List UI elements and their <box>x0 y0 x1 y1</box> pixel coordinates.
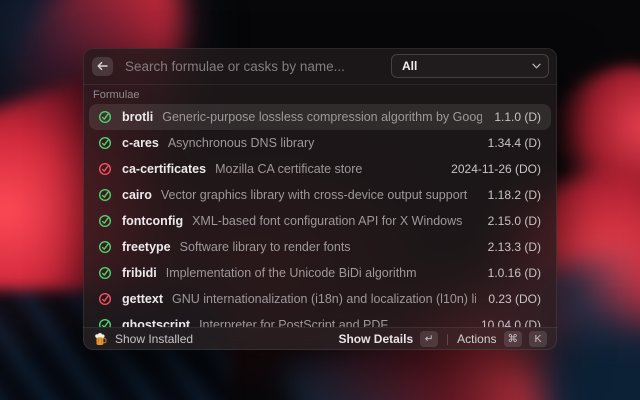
actions-menu-action[interactable]: Actions ⌘ K <box>457 331 547 347</box>
beer-mug-icon <box>93 332 107 346</box>
list-item-freetype[interactable]: freetype Software library to render font… <box>89 234 551 260</box>
check-circle-icon <box>98 162 112 176</box>
return-key-badge: ↵ <box>420 331 438 347</box>
formula-name: fribidi <box>122 266 157 280</box>
check-circle-icon <box>98 266 112 280</box>
show-installed-label: Show Installed <box>115 332 193 346</box>
search-input[interactable] <box>125 59 391 74</box>
list-item-c-ares[interactable]: c-ares Asynchronous DNS library 1.34.4 (… <box>89 130 551 156</box>
formula-description: GNU internationalization (i18n) and loca… <box>172 292 476 306</box>
formula-version: 10.04.0 (D) <box>481 318 541 327</box>
formula-name: fontconfig <box>122 214 183 228</box>
search-window: All Formulae brotli Generic-purpose loss… <box>83 48 557 350</box>
formula-description: XML-based font configuration API for X W… <box>192 214 476 228</box>
arrow-left-icon <box>97 61 108 71</box>
formula-version: 2.13.3 (D) <box>488 240 541 254</box>
formula-version: 2024-11-26 (DO) <box>451 162 541 176</box>
list-item-fribidi[interactable]: fribidi Implementation of the Unicode Bi… <box>89 260 551 286</box>
check-circle-icon <box>98 136 112 150</box>
formula-name: freetype <box>122 240 171 254</box>
list-item-fontconfig[interactable]: fontconfig XML-based font configuration … <box>89 208 551 234</box>
formula-description: Implementation of the Unicode BiDi algor… <box>166 266 476 280</box>
formula-description: Interpreter for PostScript and PDF <box>199 318 469 327</box>
list-item-ghostscript[interactable]: ghostscript Interpreter for PostScript a… <box>89 312 551 327</box>
formula-version: 1.34.4 (D) <box>488 136 541 150</box>
search-header: All <box>83 48 557 84</box>
action-bar: Show Installed Show Details ↵ Actions ⌘ … <box>83 327 557 350</box>
formula-description: Asynchronous DNS library <box>168 136 476 150</box>
formula-description: Vector graphics library with cross-devic… <box>161 188 476 202</box>
header-divider <box>83 84 557 85</box>
show-details-label: Show Details <box>338 332 413 346</box>
show-details-action[interactable]: Show Details ↵ <box>338 331 438 347</box>
check-circle-icon <box>98 292 112 306</box>
formula-name: gettext <box>122 292 163 306</box>
formula-version: 0.23 (DO) <box>488 292 541 306</box>
actions-label: Actions <box>457 332 496 346</box>
check-circle-icon <box>98 188 112 202</box>
chevron-down-icon <box>532 63 541 69</box>
filter-dropdown[interactable]: All <box>391 54 549 78</box>
desktop: All Formulae brotli Generic-purpose loss… <box>0 0 640 400</box>
formula-version: 1.18.2 (D) <box>488 188 541 202</box>
check-circle-icon <box>98 110 112 124</box>
formula-name: brotli <box>122 110 153 124</box>
footer-left: Show Installed <box>93 332 193 346</box>
command-key-badge: ⌘ <box>504 331 523 347</box>
back-button[interactable] <box>92 57 113 76</box>
formula-name: cairo <box>122 188 152 202</box>
formula-version: 1.0.16 (D) <box>488 266 541 280</box>
formula-description: Generic-purpose lossless compression alg… <box>162 110 482 124</box>
formulae-list: brotli Generic-purpose lossless compress… <box>89 104 551 327</box>
formula-description: Mozilla CA certificate store <box>215 162 439 176</box>
formula-name: ca-certificates <box>122 162 206 176</box>
list-item-brotli[interactable]: brotli Generic-purpose lossless compress… <box>89 104 551 130</box>
filter-dropdown-value: All <box>402 59 532 73</box>
formula-name: c-ares <box>122 136 159 150</box>
list-item-ca-certificates[interactable]: ca-certificates Mozilla CA certificate s… <box>89 156 551 182</box>
k-key-badge: K <box>529 331 547 347</box>
formula-name: ghostscript <box>122 318 190 327</box>
formula-version: 2.15.0 (D) <box>488 214 541 228</box>
wallpaper-shape <box>545 330 640 400</box>
check-circle-icon <box>98 240 112 254</box>
footer-separator <box>447 334 448 345</box>
check-circle-icon <box>98 318 112 327</box>
formula-description: Software library to render fonts <box>180 240 476 254</box>
section-header-formulae: Formulae <box>93 89 139 101</box>
formula-version: 1.1.0 (D) <box>494 110 541 124</box>
list-item-gettext[interactable]: gettext GNU internationalization (i18n) … <box>89 286 551 312</box>
list-item-cairo[interactable]: cairo Vector graphics library with cross… <box>89 182 551 208</box>
check-circle-icon <box>98 214 112 228</box>
